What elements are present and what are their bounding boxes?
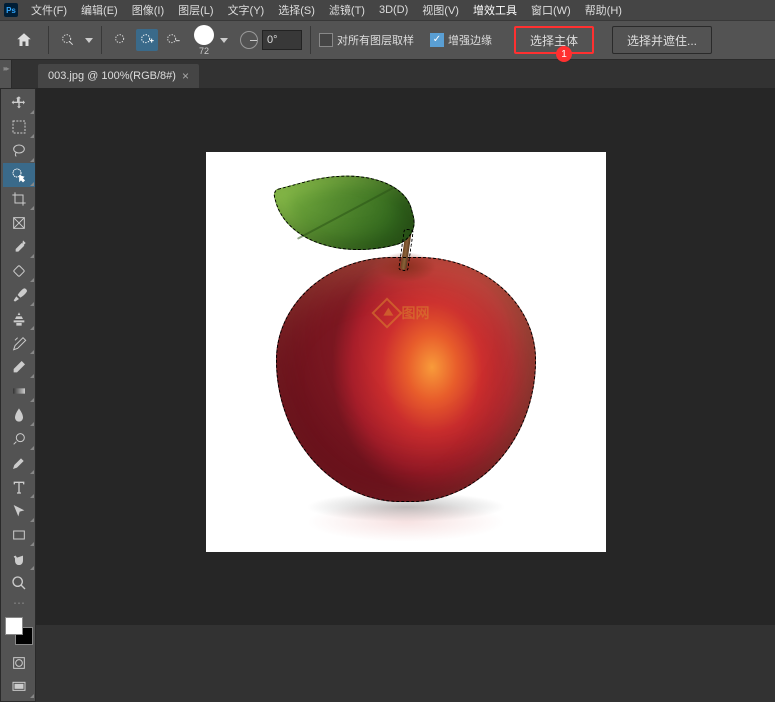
toolbox: ⋯	[0, 88, 36, 702]
brush-preview-icon	[194, 25, 214, 45]
document-canvas[interactable]: 图网	[206, 152, 606, 552]
screen-mode-button[interactable]	[3, 675, 35, 699]
blur-tool[interactable]	[3, 403, 35, 427]
type-tool[interactable]	[3, 475, 35, 499]
separator	[310, 26, 311, 54]
sample-all-layers-checkbox[interactable]	[319, 33, 333, 47]
separator	[48, 26, 49, 54]
edit-toolbar-button[interactable]: ⋯	[3, 595, 35, 611]
marquee-tool[interactable]	[3, 115, 35, 139]
eraser-tool[interactable]	[3, 355, 35, 379]
menu-window[interactable]: 窗口(W)	[524, 2, 578, 18]
lasso-tool[interactable]	[3, 139, 35, 163]
canvas-area[interactable]: 图网	[36, 88, 775, 625]
frame-tool[interactable]	[3, 211, 35, 235]
annotation-callout: 1	[556, 46, 572, 62]
menu-select[interactable]: 选择(S)	[271, 2, 322, 18]
menu-view[interactable]: 视图(V)	[415, 2, 466, 18]
path-selection-tool[interactable]	[3, 499, 35, 523]
menu-file[interactable]: 文件(F)	[24, 2, 74, 18]
chevron-down-icon	[220, 38, 228, 43]
enhance-edge-checkbox[interactable]	[430, 33, 444, 47]
crop-tool[interactable]	[3, 187, 35, 211]
watermark-text: 图网	[402, 303, 430, 323]
separator	[101, 26, 102, 54]
document-tab-title: 003.jpg @ 100%(RGB/8#)	[48, 70, 176, 82]
menu-bar: Ps 文件(F) 编辑(E) 图像(I) 图层(L) 文字(Y) 选择(S) 滤…	[0, 0, 775, 20]
brush-picker[interactable]: 72	[194, 25, 228, 56]
brush-tool[interactable]	[3, 283, 35, 307]
apple-image	[276, 257, 536, 502]
watermark-icon	[371, 297, 402, 328]
apple-reflection	[306, 502, 506, 542]
history-brush-tool[interactable]	[3, 331, 35, 355]
healing-brush-tool[interactable]	[3, 259, 35, 283]
foreground-color[interactable]	[5, 617, 23, 635]
expand-arrows-icon: ▸▸	[0, 60, 11, 73]
menu-plugins[interactable]: 增效工具	[466, 2, 524, 18]
select-and-mask-label: 选择并遮住...	[627, 32, 697, 49]
subtract-from-selection-button[interactable]	[162, 29, 184, 51]
rectangle-tool[interactable]	[3, 523, 35, 547]
eyedropper-tool[interactable]	[3, 235, 35, 259]
color-swatches[interactable]	[3, 615, 35, 647]
move-tool[interactable]	[3, 91, 35, 115]
select-and-mask-button[interactable]: 选择并遮住...	[612, 26, 712, 54]
new-selection-button[interactable]	[110, 29, 132, 51]
close-tab-icon[interactable]: ×	[182, 69, 189, 83]
menu-3d[interactable]: 3D(D)	[372, 4, 415, 16]
add-to-selection-button[interactable]	[136, 29, 158, 51]
menu-edit[interactable]: 编辑(E)	[74, 2, 125, 18]
menu-type[interactable]: 文字(Y)	[221, 2, 272, 18]
pen-tool[interactable]	[3, 451, 35, 475]
tool-preset-picker[interactable]	[57, 29, 93, 51]
document-tab-bar: 003.jpg @ 100%(RGB/8#) ×	[0, 60, 775, 88]
select-subject-button[interactable]: 选择主体 1	[514, 26, 594, 54]
quick-select-tool-icon	[57, 29, 79, 51]
clone-stamp-tool[interactable]	[3, 307, 35, 331]
home-button[interactable]	[8, 26, 40, 54]
select-subject-label: 选择主体	[530, 32, 578, 49]
menu-filter[interactable]: 滤镜(T)	[322, 2, 372, 18]
sample-all-layers-label: 对所有图层取样	[337, 32, 414, 48]
enhance-edge-label: 增强边缘	[448, 32, 492, 48]
document-tab[interactable]: 003.jpg @ 100%(RGB/8#) ×	[38, 64, 199, 88]
brush-size-value: 72	[199, 46, 209, 56]
app-logo: Ps	[4, 3, 18, 17]
angle-dial[interactable]	[240, 31, 258, 49]
options-bar: 72 对所有图层取样 增强边缘 选择主体 1 选择并遮住...	[0, 20, 775, 60]
dodge-tool[interactable]	[3, 427, 35, 451]
quick-mask-button[interactable]	[3, 651, 35, 675]
gradient-tool[interactable]	[3, 379, 35, 403]
menu-layer[interactable]: 图层(L)	[171, 2, 220, 18]
chevron-down-icon	[85, 38, 93, 43]
watermark: 图网	[376, 302, 430, 324]
angle-input[interactable]	[262, 30, 302, 50]
menu-help[interactable]: 帮助(H)	[578, 2, 629, 18]
zoom-tool[interactable]	[3, 571, 35, 595]
menu-image[interactable]: 图像(I)	[125, 2, 171, 18]
quick-selection-tool[interactable]	[3, 163, 35, 187]
hand-tool[interactable]	[3, 547, 35, 571]
